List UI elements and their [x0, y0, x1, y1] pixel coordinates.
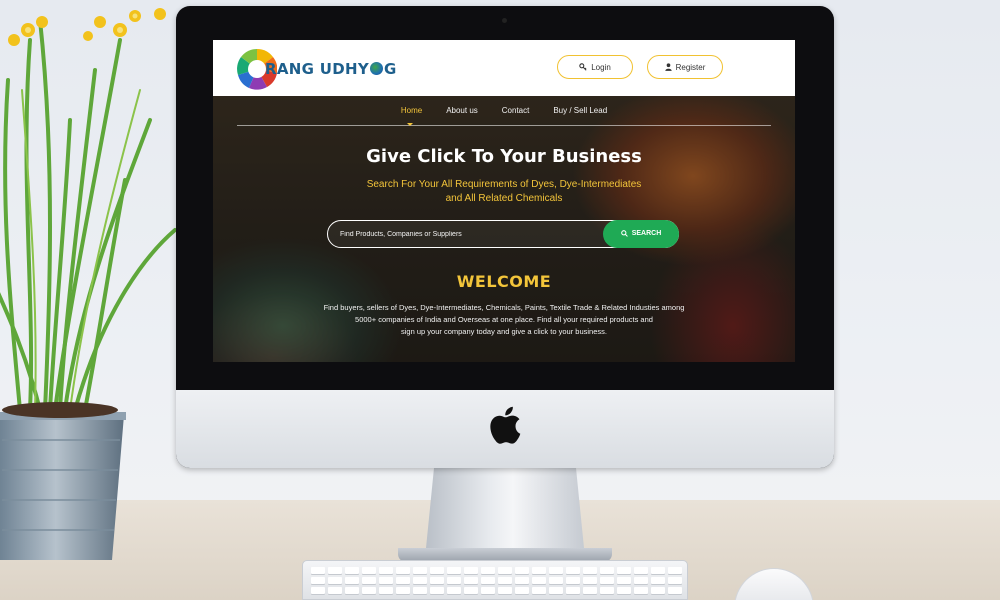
user-icon — [664, 63, 672, 71]
keyboard-row — [311, 567, 682, 574]
search-input[interactable] — [340, 225, 590, 243]
nav-item-home[interactable]: Home — [401, 106, 422, 115]
keyboard — [302, 560, 688, 600]
welcome-line-2: 5000+ companies of India and Overseas at… — [355, 315, 653, 324]
nav-item-contact[interactable]: Contact — [502, 106, 530, 115]
register-label: Register — [675, 62, 706, 72]
login-button[interactable]: Login — [557, 55, 633, 79]
keyboard-row — [311, 577, 682, 584]
search-icon — [620, 230, 628, 237]
nav-divider — [237, 125, 771, 126]
register-button[interactable]: Register — [647, 55, 723, 79]
search-button-label: SEARCH — [631, 230, 662, 237]
main-nav: Home About us Contact Buy / Sell Lead — [213, 96, 795, 124]
hero-subtitle-line-2: and All Related Chemicals — [445, 193, 563, 204]
welcome-heading: WELCOME — [456, 272, 552, 291]
welcome-line-3: sign up your company today and give a cl… — [401, 327, 607, 336]
hero-title: Give Click To Your Business — [366, 146, 642, 167]
nav-item-about[interactable]: About us — [446, 106, 478, 115]
welcome-line-1: Find buyers, sellers of Dyes, Dye-Interm… — [323, 303, 685, 312]
site-header: RANG UDHY G Login Register — [213, 40, 795, 96]
brand-name: RANG UDHY G — [265, 60, 397, 78]
brand-logo[interactable]: RANG UDHY G — [237, 46, 397, 92]
potted-plant — [0, 8, 177, 560]
welcome-text: Find buyers, sellers of Dyes, Dye-Interm… — [291, 302, 717, 338]
website-screen: RANG UDHY G Login Register Home About us … — [213, 40, 795, 362]
monitor-stand — [425, 462, 585, 558]
login-label: Login — [591, 62, 611, 72]
hero-subtitle-line-1: Search For Your All Requirements of Dyes… — [366, 179, 642, 190]
camera — [502, 18, 507, 23]
hero-subtitle: Search For Your All Requirements of Dyes… — [333, 178, 675, 206]
keyboard-row — [311, 587, 682, 594]
search-button[interactable]: SEARCH — [603, 219, 679, 248]
nav-item-buy-sell-lead[interactable]: Buy / Sell Lead — [553, 106, 607, 115]
search-bar: SEARCH — [327, 219, 679, 248]
apple-logo-icon — [490, 406, 521, 444]
nav-active-indicator — [407, 123, 413, 126]
hero-section: Home About us Contact Buy / Sell Lead Gi… — [213, 96, 795, 362]
globe-icon — [370, 62, 383, 75]
user-key-icon — [579, 63, 587, 71]
